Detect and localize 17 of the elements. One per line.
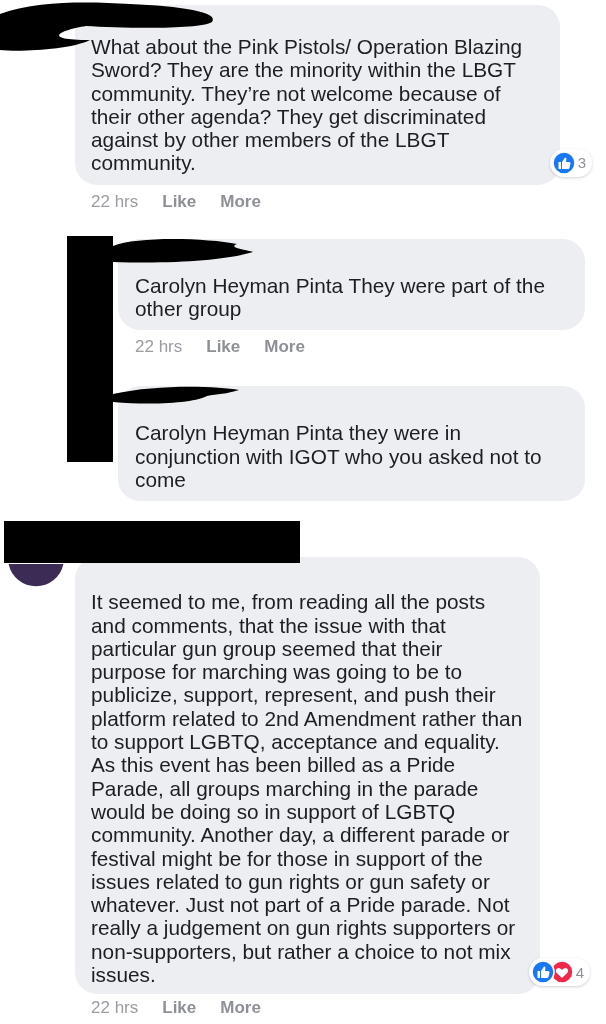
like-link[interactable]: Like — [162, 191, 197, 225]
like-link[interactable]: Like — [206, 337, 241, 371]
thumbs-up-icon — [551, 150, 576, 175]
more-link[interactable]: More — [220, 191, 261, 225]
thumbs-up-icon — [530, 960, 555, 985]
more-link[interactable]: More — [264, 337, 305, 371]
comment-text: Carolyn Heyman Pinta they were in conjunction with IGOT who you asked not to come — [135, 421, 543, 492]
comment-text: Carolyn Heyman Pinta They were part of the other group — [135, 273, 546, 321]
like-link[interactable]: Like — [162, 998, 197, 1024]
comment-time: 22 hrs — [91, 998, 139, 1020]
reaction-badge[interactable]: 4 — [528, 958, 590, 987]
reaction-badge[interactable]: 3 — [549, 148, 592, 177]
comment-time: 22 hrs — [91, 191, 139, 213]
comment-time: 22 hrs — [135, 337, 183, 359]
comment-text: What about the Pink Pistols/ Operation Blazing Sword? They are the minority within the LBGT community. They’re not welcome because of their other agenda? They get discriminated against by other members of the LBGT community. — [91, 35, 524, 175]
comment-text: It seemed to me, from reading all the posts and comments, that the issue with that particular gun group seemed that their purpose for marching was going to be to publicize, support, represent, and push their platform related to 2nd Amendment rather than to support LGBTQ, acceptance and equality. As this event has been billed as a Pride Parade, all groups marching in the parade would be doing so in support of LGBTQ community. Another day, a different parade or festival might be for those in support of the issues related to gun rights or gun safety or whatever. Just not part of a Pride parade. Not really a judgement on gun rights supporters or non-supporters, but rather a choice to not mix issues. — [91, 590, 523, 987]
more-link[interactable]: More — [220, 998, 261, 1024]
